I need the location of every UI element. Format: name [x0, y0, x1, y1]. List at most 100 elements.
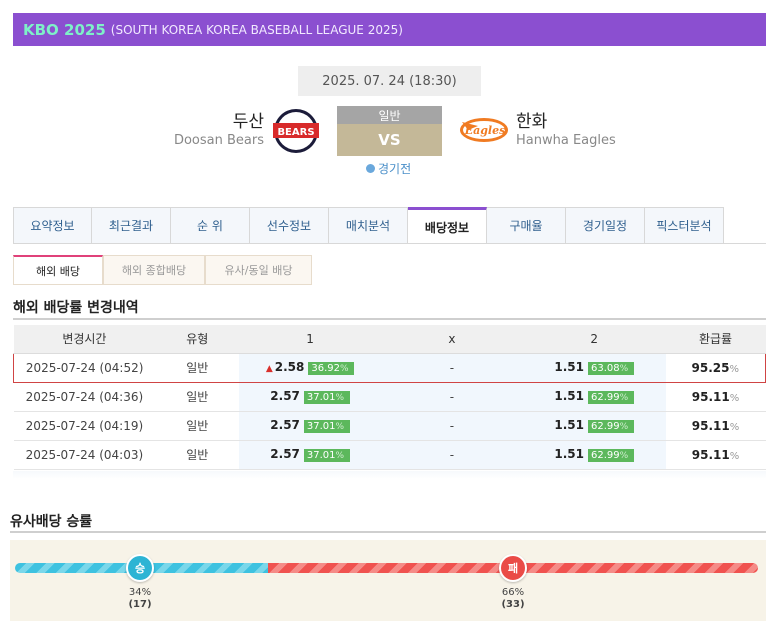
league-subtitle: (SOUTH KOREA KOREA BASEBALL LEAGUE 2025): [110, 22, 403, 37]
pct-symbol: %: [729, 450, 740, 462]
draw-odd: -: [381, 440, 523, 470]
table-row[interactable]: 2025-07-24 (04:19) 일반 2.57 37.01% - 1.51 6…: [13, 411, 766, 441]
home-team-english-name[interactable]: Doosan Bears: [174, 133, 264, 148]
lose-marker: 패: [499, 554, 527, 582]
win-stat: 34% (17): [120, 587, 160, 611]
odds-title-divider: [13, 318, 766, 320]
away-odd: 1.51: [554, 389, 584, 403]
odds-subtabs: 해외 배당 해외 종합배당 유사/동일 배당: [13, 255, 312, 285]
subtab-similar-odds[interactable]: 유사/동일 배당: [205, 255, 312, 285]
away-pct: 63.08: [590, 363, 620, 374]
match-datetime: 2025. 07. 24 (18:30): [298, 66, 481, 96]
odds-history-table: 변경시간 유형 1 x 2 환급률 2025-07-24 (04:52) 일반 …: [13, 325, 766, 470]
home-odd-cell: ▲ 2.58 36.92%: [239, 352, 381, 383]
refund-rate: 95.11: [691, 418, 730, 433]
tab-player-info[interactable]: 선수정보: [250, 207, 329, 244]
win-percent: 34%: [128, 587, 152, 598]
lose-count: (33): [501, 599, 525, 610]
away-odd-cell: 1.51 62.99%: [522, 411, 666, 441]
table-row[interactable]: 2025-07-24 (04:36) 일반 2.57 37.01% - 1.51 6…: [13, 382, 766, 412]
draw-odd: -: [381, 352, 523, 383]
tab-purchase-rate[interactable]: 구매율: [487, 207, 566, 244]
refund-cell: 95.11%: [665, 411, 766, 441]
home-pct-badge: 37.01%: [303, 449, 350, 462]
row-type: 일반: [155, 382, 240, 412]
home-pct-badge: 36.92%: [308, 362, 355, 375]
tab-match-analysis[interactable]: 매치분석: [329, 207, 408, 244]
league-header: KBO 2025 (SOUTH KOREA KOREA BASEBALL LEA…: [13, 13, 766, 46]
home-pct: 37.01: [306, 421, 336, 432]
match-status-text: 경기전: [378, 162, 412, 176]
win-marker: 승: [126, 554, 154, 582]
away-odd-cell: 1.51 63.08%: [522, 352, 666, 383]
row-time: 2025-07-24 (04:03): [13, 440, 156, 470]
refund-rate: 95.11: [691, 447, 730, 462]
away-pct: 62.99: [590, 421, 620, 432]
tab-standings[interactable]: 순 위: [171, 207, 250, 244]
pct-symbol: %: [339, 364, 349, 374]
home-pct-badge: 37.01%: [303, 391, 350, 404]
away-pct-badge: 62.99%: [587, 449, 634, 462]
home-odd: 2.58: [274, 360, 305, 374]
tab-summary[interactable]: 요약정보: [13, 207, 92, 244]
odds-up-arrow-icon: ▲: [265, 364, 273, 374]
home-odd: 2.57: [270, 389, 300, 403]
away-team-english-name[interactable]: Hanwha Eagles: [516, 133, 616, 148]
match-status: 경기전: [366, 160, 411, 177]
pct-symbol: %: [729, 392, 740, 404]
row-type: 일반: [155, 440, 240, 470]
home-pct: 37.01: [306, 450, 336, 461]
away-pct-badge: 63.08%: [587, 362, 634, 375]
home-odd: 2.57: [270, 447, 300, 461]
away-odd-cell: 1.51 62.99%: [522, 440, 666, 470]
pct-symbol: %: [335, 393, 345, 403]
eagles-logo-text: Eagles: [464, 124, 506, 137]
tab-recent-results[interactable]: 최근결과: [92, 207, 171, 244]
league-name: KBO 2025: [23, 20, 106, 39]
match-type-label: 일반: [337, 106, 442, 124]
away-odd: 1.51: [554, 360, 584, 374]
tab-schedule[interactable]: 경기일정: [566, 207, 645, 244]
header-change-time: 변경시간: [13, 325, 156, 354]
refund-cell: 95.25%: [665, 352, 766, 383]
match-vs-label: VS: [337, 124, 442, 156]
header-type: 유형: [155, 325, 240, 354]
away-pct-badge: 62.99%: [587, 420, 634, 433]
tab-pickster-analysis[interactable]: 픽스터분석: [645, 207, 724, 244]
subtab-overseas-odds[interactable]: 해외 배당: [13, 255, 103, 285]
tab-odds-info[interactable]: 배당정보: [408, 207, 487, 244]
row-time: 2025-07-24 (04:19): [13, 411, 156, 441]
pct-symbol: %: [619, 451, 629, 461]
home-team-name[interactable]: 두산: [233, 107, 264, 132]
row-time: 2025-07-24 (04:52): [13, 352, 156, 383]
pct-symbol: %: [729, 363, 740, 375]
away-odd-cell: 1.51 62.99%: [522, 382, 666, 412]
pct-symbol: %: [729, 421, 740, 433]
table-header-row: 변경시간 유형 1 x 2 환급률: [13, 325, 766, 354]
table-row[interactable]: 2025-07-24 (04:52) 일반 ▲ 2.58 36.92% - 1.51…: [13, 352, 766, 383]
pct-symbol: %: [335, 422, 345, 432]
home-pct: 36.92: [311, 363, 340, 374]
refund-cell: 95.11%: [665, 440, 766, 470]
win-count: (17): [128, 599, 152, 610]
home-pct: 37.01: [306, 392, 336, 403]
header-refund-rate: 환급률: [665, 325, 766, 354]
away-team-name[interactable]: 한화: [516, 107, 547, 132]
away-pct-badge: 62.99%: [587, 391, 634, 404]
draw-odd: -: [381, 411, 523, 441]
main-tabs: 요약정보 최근결과 순 위 선수정보 매치분석 배당정보 구매율 경기일정 픽스…: [13, 207, 724, 244]
header-draw: x: [381, 325, 523, 354]
home-odd-cell: 2.57 37.01%: [239, 440, 381, 470]
lose-percent: 66%: [501, 587, 525, 598]
hanwha-eagles-logo[interactable]: Eagles: [458, 112, 510, 148]
odds-history-title: 해외 배당률 변경내역: [13, 300, 139, 316]
draw-odd: -: [381, 382, 523, 412]
pct-symbol: %: [619, 393, 629, 403]
table-scroll-fade: [13, 471, 766, 479]
table-row[interactable]: 2025-07-24 (04:03) 일반 2.57 37.01% - 1.51 6…: [13, 440, 766, 470]
away-odd: 1.51: [554, 418, 584, 432]
row-type: 일반: [155, 411, 240, 441]
row-type: 일반: [155, 352, 240, 383]
doosan-bears-logo[interactable]: BEARS: [272, 108, 320, 154]
subtab-overseas-combined-odds[interactable]: 해외 종합배당: [103, 255, 205, 285]
